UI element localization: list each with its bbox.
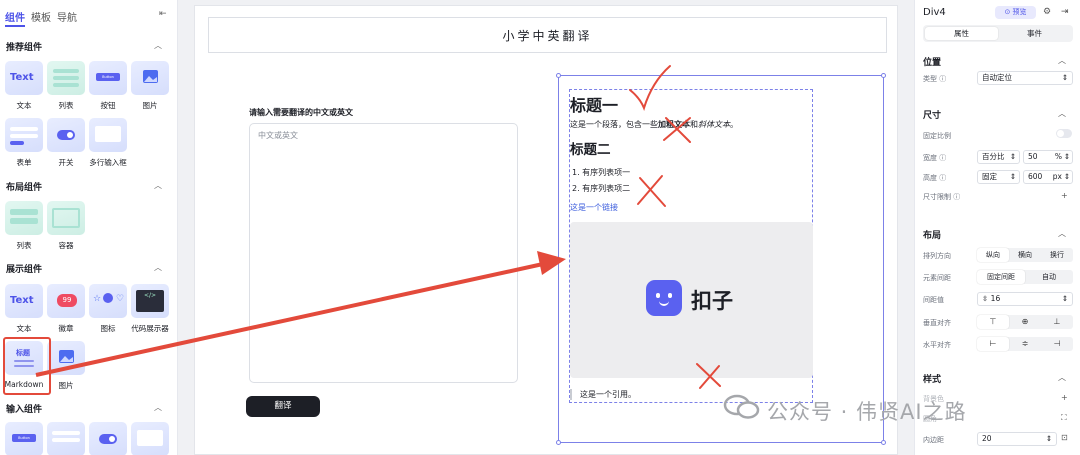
arrow-annotation — [35, 262, 544, 377]
cross-mark-annotation — [637, 175, 666, 207]
cross-mark-annotation — [696, 363, 721, 389]
annotation-overlay — [35, 65, 721, 389]
checkmark-annotation — [629, 65, 671, 111]
arrowhead-annotation — [537, 251, 566, 275]
cross-mark-annotation — [663, 117, 691, 143]
